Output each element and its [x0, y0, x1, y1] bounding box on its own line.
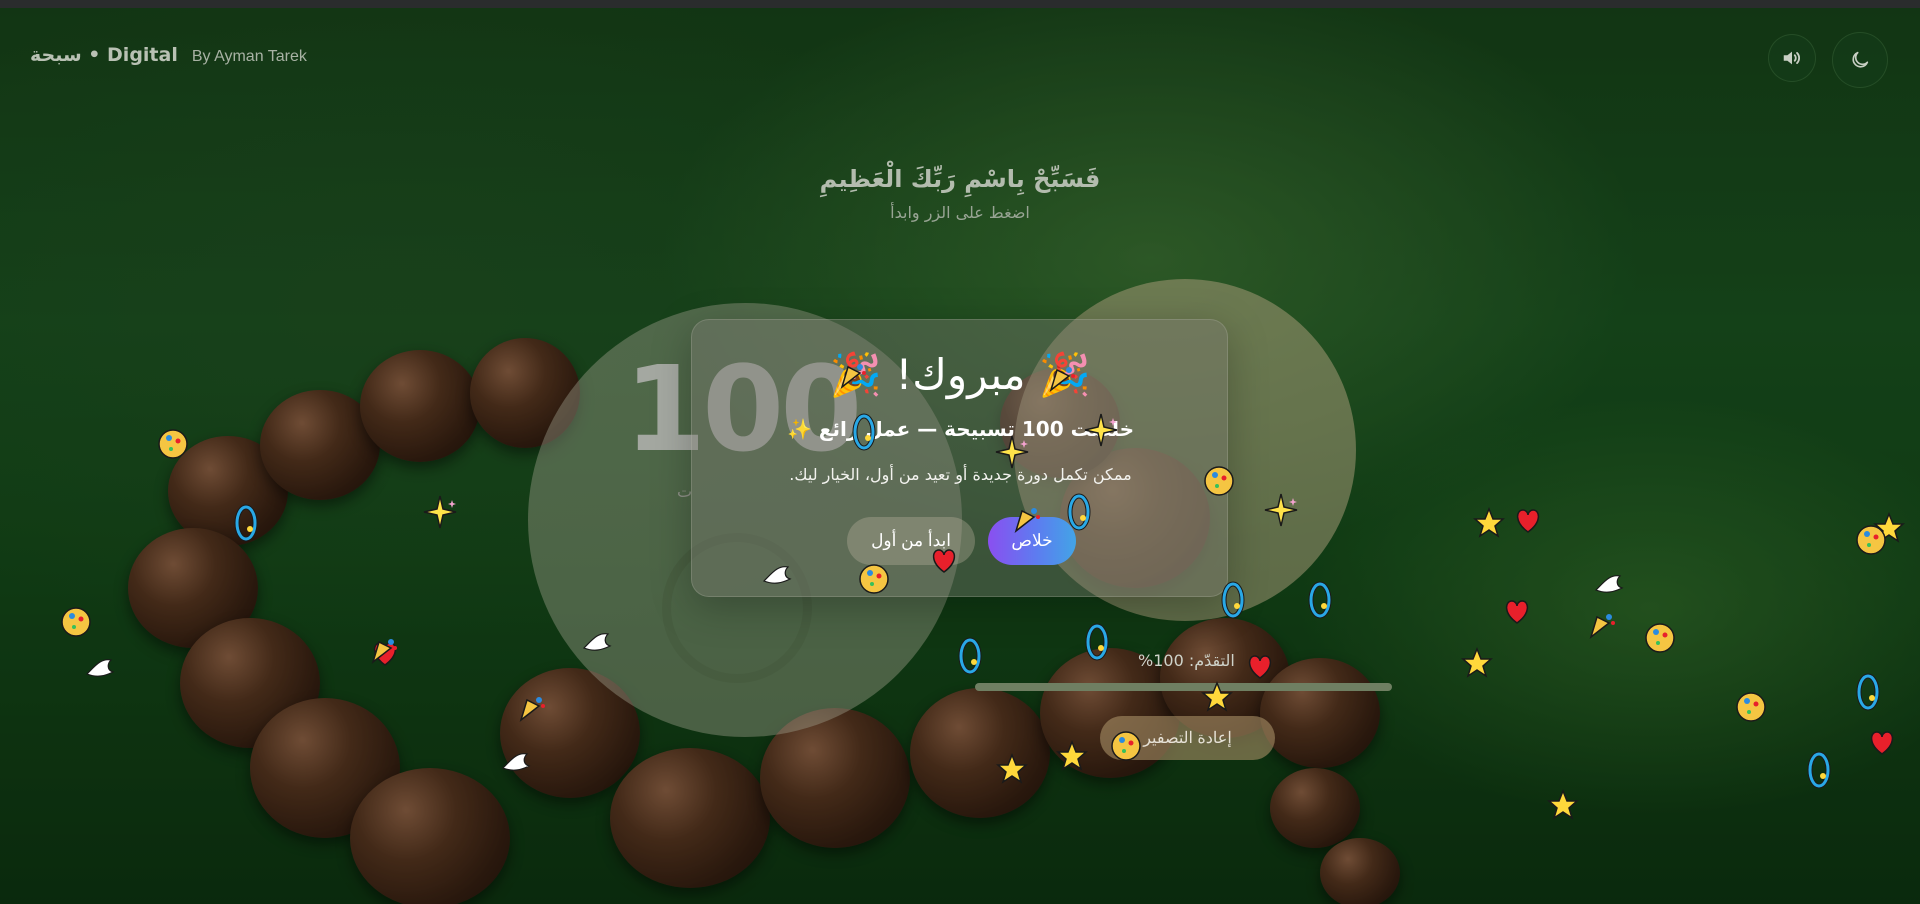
moon-icon: [1852, 51, 1869, 68]
celebration-dialog: 🎉 مبروك! 🎉 خلصت 100 تسبيحة — عمل رائع ✨ …: [691, 319, 1228, 597]
restart-button[interactable]: ابدأ من أول: [847, 517, 975, 565]
brand-title: سبحة • Digital: [30, 44, 178, 66]
theme-toggle-button[interactable]: [1832, 32, 1888, 88]
progress-bar-fill: [975, 683, 1392, 691]
app-header: سبحة • Digital By Ayman Tarek: [30, 44, 307, 66]
progress-bar: [975, 683, 1392, 691]
dialog-subtitle: خلصت 100 تسبيحة — عمل رائع ✨: [786, 417, 1135, 441]
counter-caption-fragment: ت: [677, 482, 693, 501]
verse-hint: اضغط على الزر وابدأ: [890, 203, 1030, 222]
done-button[interactable]: خلاص: [988, 517, 1076, 565]
sound-toggle-button[interactable]: [1768, 34, 1816, 82]
reset-button[interactable]: إعادة التصفير: [1100, 716, 1275, 760]
speaker-icon: [1783, 51, 1801, 65]
progress-label: التقدّم: 100%: [1138, 651, 1235, 670]
dialog-text: ممكن تكمل دورة جديدة أو تعيد من أول، الخ…: [789, 465, 1132, 484]
author-credit: By Ayman Tarek: [191, 48, 307, 65]
dialog-title: 🎉 مبروك! 🎉: [829, 350, 1092, 399]
verse-title: فَسَبِّحْ بِاسْمِ رَبِّكَ الْعَظِيمِ: [819, 165, 1101, 193]
